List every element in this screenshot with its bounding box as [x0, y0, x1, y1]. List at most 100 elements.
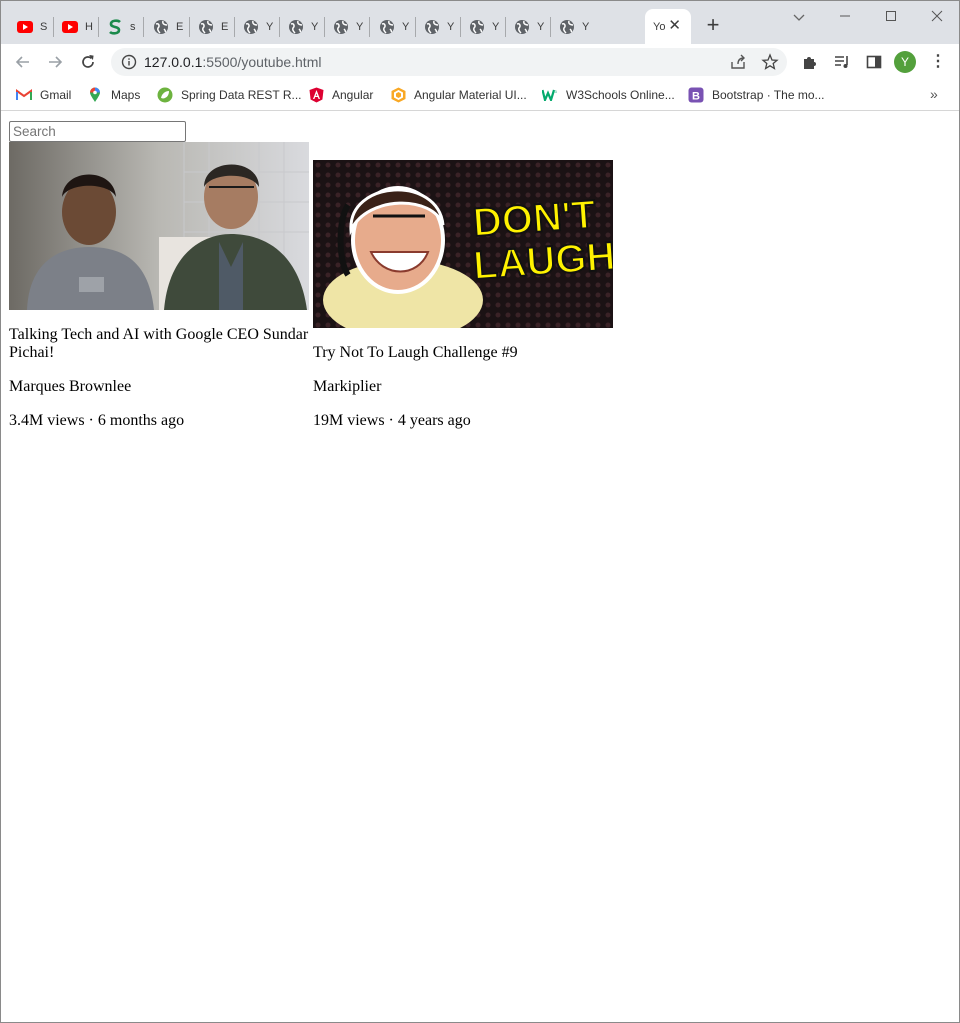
- bookmark-gmail[interactable]: Gmail: [16, 86, 71, 104]
- tab-strip: S Hs E E Y Y Y Y Y Y Y Y Yo ✕ +: [1, 1, 959, 44]
- video-meta: 19M views · 4 years ago: [313, 412, 471, 429]
- tab-label: Y: [311, 20, 319, 33]
- bookmark-star-icon[interactable]: [761, 53, 779, 71]
- video-thumbnail[interactable]: DON'T LAUGH: [313, 160, 613, 328]
- video-title[interactable]: Try Not To Laugh Challenge #9: [313, 344, 613, 362]
- tab[interactable]: Y: [280, 9, 325, 44]
- extensions-puzzle-icon[interactable]: [801, 53, 819, 71]
- bookmark-angular-material[interactable]: Angular Material UI...: [390, 86, 527, 104]
- gmail-icon: [16, 87, 32, 103]
- browser-window: SHsEEYYYYYYYY Yo ✕ + 127.0.0.1:5500/yout…: [0, 0, 960, 1023]
- youtube-icon: [62, 19, 78, 35]
- bookmark-angular[interactable]: Angular: [308, 86, 373, 104]
- globe-icon: [469, 19, 485, 35]
- angular-icon: [308, 87, 324, 103]
- tab-label: s: [130, 20, 136, 33]
- tab[interactable]: E: [145, 9, 190, 44]
- tab[interactable]: Y: [551, 9, 596, 44]
- tab-label: Y: [447, 20, 455, 33]
- globe-icon: [514, 19, 530, 35]
- bookmarks-overflow-chevron-icon[interactable]: »: [930, 86, 938, 102]
- tab-label: Y: [537, 20, 545, 33]
- tab[interactable]: Y: [506, 9, 551, 44]
- tab[interactable]: Y: [325, 9, 370, 44]
- new-tab-button[interactable]: +: [701, 13, 725, 37]
- side-panel-icon[interactable]: [865, 53, 883, 71]
- tab[interactable]: S: [9, 9, 54, 44]
- video-meta: 3.4M views · 6 months ago: [9, 412, 185, 429]
- tab-separator: [369, 17, 370, 37]
- minimize-button[interactable]: [833, 7, 857, 27]
- back-button[interactable]: [11, 50, 35, 74]
- media-queue-icon[interactable]: [833, 53, 851, 71]
- page-content: Talking Tech and AI with Google CEO Sund…: [1, 112, 959, 1022]
- tab-label: Y: [492, 20, 500, 33]
- bookmark-label: Bootstrap · The mo...: [712, 88, 825, 102]
- forward-arrow-icon: [49, 56, 63, 68]
- tab-label: Y: [582, 20, 590, 33]
- bootstrap-icon: B: [688, 87, 704, 103]
- site-info-icon[interactable]: [121, 54, 137, 70]
- bookmark-label: Gmail: [40, 88, 72, 102]
- video-card[interactable]: DON'T LAUGH Try Not To Laugh Challenge #…: [313, 160, 613, 430]
- browser-toolbar: 127.0.0.1:5500/youtube.html Y ⋮: [1, 44, 959, 80]
- tab-close-icon[interactable]: ✕: [668, 18, 681, 34]
- back-arrow-icon: [15, 56, 29, 68]
- tab-label: E: [221, 20, 229, 33]
- video-channel[interactable]: Marques Brownlee: [9, 378, 309, 396]
- profile-avatar[interactable]: Y: [894, 51, 916, 73]
- tab[interactable]: s: [99, 9, 144, 44]
- tab[interactable]: Y: [416, 9, 461, 44]
- tab[interactable]: Y: [235, 9, 280, 44]
- maximize-button[interactable]: [879, 7, 903, 27]
- bookmark-label: Angular: [332, 88, 374, 102]
- spring-s-icon: [107, 18, 123, 35]
- bookmark-bootstrap[interactable]: B Bootstrap · The mo...: [688, 86, 825, 104]
- bookmarks-bar: Gmail Maps Spring Data REST R... Angular…: [1, 80, 959, 111]
- search-input[interactable]: [9, 121, 186, 142]
- url-path: :5500/youtube.html: [202, 54, 322, 70]
- tab-label: E: [176, 20, 184, 33]
- tab-active-label: Yo: [653, 20, 666, 33]
- maps-icon: [87, 87, 103, 103]
- tab[interactable]: H: [54, 9, 99, 44]
- bookmark-maps[interactable]: Maps: [87, 86, 140, 104]
- share-icon[interactable]: [729, 53, 747, 71]
- tab-label: S: [40, 20, 48, 33]
- video-card[interactable]: Talking Tech and AI with Google CEO Sund…: [9, 142, 309, 430]
- url-text: 127.0.0.1:5500/youtube.html: [144, 54, 321, 70]
- video-channel[interactable]: Markiplier: [313, 378, 613, 396]
- spring-leaf-icon: [157, 87, 173, 103]
- globe-icon: [559, 19, 575, 35]
- address-bar[interactable]: 127.0.0.1:5500/youtube.html: [111, 48, 787, 76]
- globe-icon: [198, 19, 214, 35]
- svg-text:B: B: [692, 91, 700, 103]
- bookmark-label: Maps: [111, 88, 141, 102]
- youtube-icon: [17, 19, 33, 35]
- video-grid: Talking Tech and AI with Google CEO Sund…: [9, 142, 617, 430]
- browser-menu-icon[interactable]: ⋮: [930, 53, 946, 71]
- tab-label: Y: [266, 20, 274, 33]
- bookmark-label: Spring Data REST R...: [181, 88, 302, 102]
- tab-label: Y: [356, 20, 364, 33]
- tab[interactable]: E: [190, 9, 235, 44]
- bookmark-spring-data[interactable]: Spring Data REST R...: [157, 86, 302, 104]
- tab[interactable]: Y: [371, 9, 416, 44]
- angular-material-icon: [390, 87, 406, 103]
- globe-icon: [333, 19, 349, 35]
- url-host: 127.0.0.1: [144, 54, 203, 70]
- tab-search-chevron-icon[interactable]: [787, 7, 811, 27]
- video-title[interactable]: Talking Tech and AI with Google CEO Sund…: [9, 326, 309, 362]
- tab-active[interactable]: Yo ✕: [645, 9, 691, 44]
- forward-button[interactable]: [43, 50, 67, 74]
- video-thumbnail[interactable]: [9, 142, 309, 310]
- close-window-button[interactable]: [925, 7, 949, 27]
- reload-button[interactable]: [76, 50, 100, 74]
- bookmark-label: W3Schools Online...: [566, 88, 675, 102]
- bookmark-label: Angular Material UI...: [414, 88, 527, 102]
- bookmark-w3schools[interactable]: 3 W3Schools Online...: [542, 86, 675, 104]
- globe-icon: [424, 19, 440, 35]
- reload-icon: [82, 55, 94, 68]
- tab[interactable]: Y: [461, 9, 506, 44]
- globe-icon: [288, 19, 304, 35]
